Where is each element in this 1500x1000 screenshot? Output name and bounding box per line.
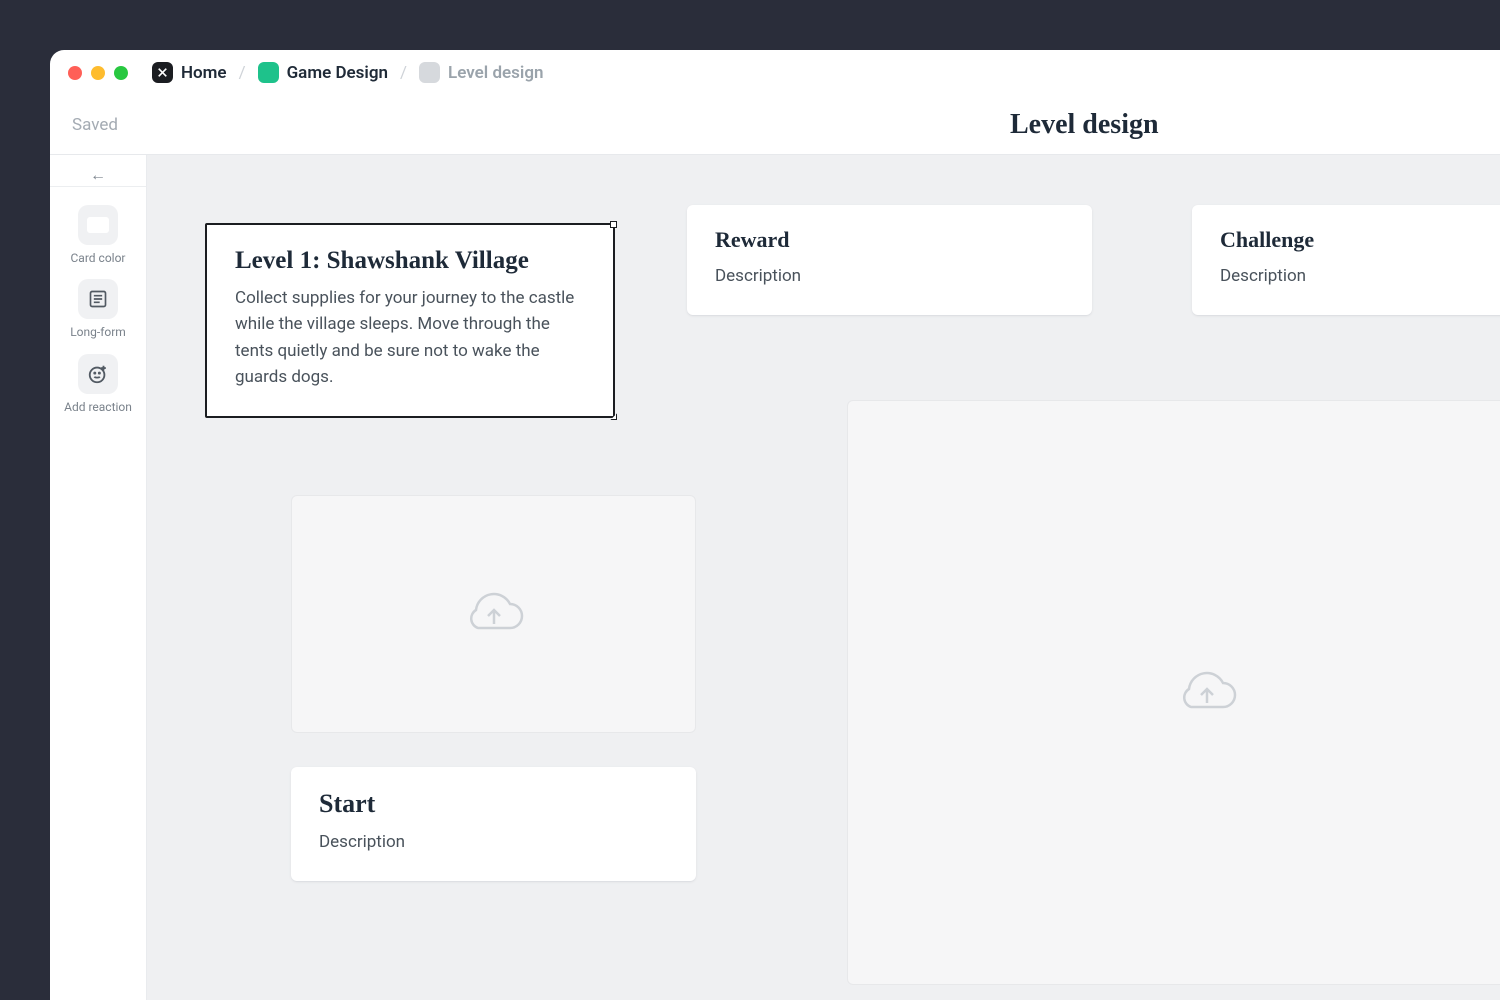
card-title: Start	[319, 789, 668, 819]
home-icon	[152, 62, 173, 83]
app-window: Home / Game Design / Level design Saved …	[50, 50, 1500, 1000]
upload-tile[interactable]	[291, 495, 696, 733]
breadcrumb-current[interactable]: Level design	[419, 62, 543, 83]
resize-handle[interactable]	[610, 413, 617, 420]
card-body: Description	[1220, 263, 1500, 289]
card-body: Description	[715, 263, 1064, 289]
card-start[interactable]: Start Description	[291, 767, 696, 881]
card-color-icon	[78, 205, 118, 245]
cloud-upload-icon	[462, 589, 526, 639]
folder-icon	[258, 62, 279, 83]
cloud-upload-icon	[1175, 666, 1239, 720]
sidebar-card-color-label: Card color	[71, 251, 126, 265]
card-challenge[interactable]: Challenge Description	[1192, 205, 1500, 315]
long-form-icon	[78, 279, 118, 319]
page-title: Level design	[1010, 109, 1159, 141]
sidebar-card-color[interactable]: Card color	[71, 205, 126, 265]
page-icon	[419, 62, 440, 83]
zoom-icon[interactable]	[114, 66, 128, 80]
add-reaction-icon	[78, 354, 118, 394]
breadcrumb-sep: /	[400, 63, 407, 83]
save-status: Saved	[72, 115, 118, 135]
sidebar-add-reaction[interactable]: Add reaction	[64, 354, 132, 414]
breadcrumb: Home / Game Design / Level design	[152, 62, 543, 83]
body: ← Card color Long-form	[50, 155, 1500, 1000]
card-title: Reward	[715, 227, 1064, 253]
sidebar-back-row: ←	[50, 163, 146, 187]
card-reward[interactable]: Reward Description	[687, 205, 1092, 315]
canvas[interactable]: Level 1: Shawshank Village Collect suppl…	[147, 155, 1500, 1000]
breadcrumb-home[interactable]: Home	[152, 62, 227, 83]
card-body: Description	[319, 829, 668, 855]
breadcrumb-parent[interactable]: Game Design	[258, 62, 388, 83]
breadcrumb-parent-label: Game Design	[287, 63, 388, 83]
arrow-left-icon[interactable]: ←	[90, 165, 106, 185]
close-icon[interactable]	[68, 66, 82, 80]
title-bar: Saved Level design	[50, 95, 1500, 155]
card-body: Collect supplies for your journey to the…	[235, 285, 585, 390]
sidebar-long-form-label: Long-form	[70, 325, 126, 339]
breadcrumb-current-label: Level design	[448, 63, 543, 83]
topbar: Home / Game Design / Level design	[50, 50, 1500, 95]
upload-tile-large[interactable]	[847, 400, 1500, 985]
sidebar: ← Card color Long-form	[50, 155, 147, 1000]
sidebar-long-form[interactable]: Long-form	[70, 279, 126, 339]
sidebar-add-reaction-label: Add reaction	[64, 400, 132, 414]
card-title: Level 1: Shawshank Village	[235, 247, 585, 275]
card-title: Challenge	[1220, 227, 1500, 253]
card-level1[interactable]: Level 1: Shawshank Village Collect suppl…	[205, 223, 615, 418]
minimize-icon[interactable]	[91, 66, 105, 80]
resize-handle[interactable]	[610, 221, 617, 228]
breadcrumb-sep: /	[239, 63, 246, 83]
breadcrumb-home-label: Home	[181, 63, 227, 83]
window-controls	[68, 66, 128, 80]
